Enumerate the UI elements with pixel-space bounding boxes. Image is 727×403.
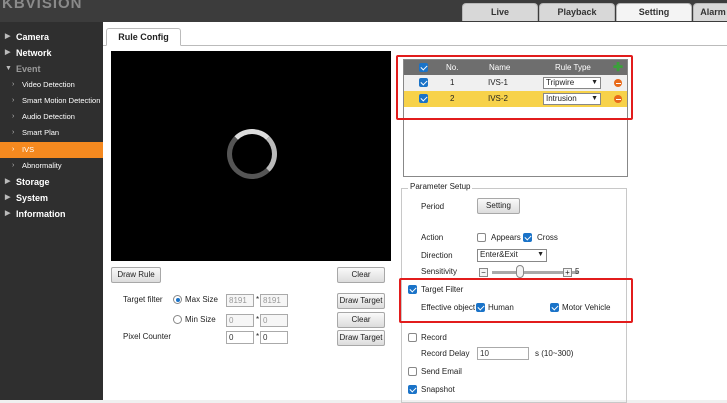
direction-select[interactable]: Enter&Exit ▼ — [477, 249, 547, 262]
main-content: Rule Config Draw Rule Clear Target filte… — [103, 22, 727, 403]
appears-label: Appears — [491, 233, 521, 242]
tab-playback[interactable]: Playback — [539, 3, 615, 21]
sensitivity-increase-button[interactable]: + — [563, 268, 572, 277]
times-sign: * — [256, 295, 260, 304]
chevron-right-icon: › — [12, 81, 15, 88]
times-sign: * — [256, 332, 260, 341]
min-size-label: Min Size — [185, 315, 216, 324]
direction-label: Direction — [421, 251, 453, 260]
tab-divider — [103, 45, 727, 46]
parameter-setup-legend: Parameter Setup — [408, 182, 473, 191]
pixel-width-input[interactable] — [226, 331, 254, 344]
sensitivity-label: Sensitivity — [421, 267, 458, 276]
sensitivity-decrease-button[interactable]: − — [479, 268, 488, 277]
sensitivity-value: 5 — [575, 267, 580, 276]
sidebar-item-audio-detection[interactable]: › Audio Detection — [0, 109, 103, 125]
period-setting-button[interactable]: Setting — [477, 198, 520, 214]
record-delay-label: Record Delay — [421, 349, 470, 358]
sensitivity-slider-thumb[interactable] — [516, 265, 524, 278]
clear-rule-button[interactable]: Clear — [337, 267, 385, 283]
chevron-down-icon: ▼ — [537, 251, 544, 258]
record-checkbox[interactable] — [408, 333, 417, 342]
chevron-right-icon: › — [12, 146, 15, 153]
loading-spinner-icon — [227, 129, 277, 179]
target-filter-label: Target filter — [123, 295, 163, 304]
record-label: Record — [421, 333, 447, 342]
tab-rule-config[interactable]: Rule Config — [106, 28, 181, 46]
tab-alarm[interactable]: Alarm — [693, 3, 727, 21]
min-height-input[interactable] — [260, 314, 288, 327]
send-email-checkbox[interactable] — [408, 367, 417, 376]
chevron-right-icon: ▶ — [5, 194, 11, 201]
appears-checkbox[interactable] — [477, 233, 486, 242]
tab-live[interactable]: Live — [462, 3, 538, 21]
chevron-right-icon: ▶ — [5, 210, 11, 217]
sidebar: ▶ Camera ▶ Network ▼ Event › Video Detection… — [0, 22, 103, 400]
tab-setting[interactable]: Setting — [616, 3, 692, 21]
min-width-input[interactable] — [226, 314, 254, 327]
period-label: Period — [421, 202, 445, 211]
sidebar-item-storage[interactable]: ▶ Storage — [0, 174, 103, 190]
times-sign: * — [256, 315, 260, 324]
chevron-right-icon: › — [12, 162, 15, 169]
pixel-height-input[interactable] — [260, 331, 288, 344]
min-size-radio[interactable] — [173, 315, 182, 324]
clear-target-button[interactable]: Clear — [337, 312, 385, 328]
chevron-right-icon: › — [12, 97, 15, 104]
chevron-right-icon: ▶ — [5, 33, 11, 40]
sidebar-item-system[interactable]: ▶ System — [0, 190, 103, 206]
sidebar-item-smart-motion-detection[interactable]: › Smart Motion Detection — [0, 93, 103, 109]
pixel-counter-label: Pixel Counter — [123, 332, 172, 341]
snapshot-label: Snapshot — [421, 385, 455, 394]
snapshot-checkbox[interactable] — [408, 385, 417, 394]
chevron-right-icon: › — [12, 129, 15, 136]
sidebar-item-ivs[interactable]: › IVS — [0, 142, 103, 158]
cross-label: Cross — [537, 233, 558, 242]
chevron-right-icon: ▶ — [5, 178, 11, 185]
top-bar: KBVISION Live Playback Setting Alarm — [0, 0, 727, 22]
sidebar-item-network[interactable]: ▶ Network — [0, 45, 103, 61]
video-preview[interactable] — [111, 51, 391, 261]
sidebar-item-camera[interactable]: ▶ Camera — [0, 29, 103, 45]
cross-checkbox[interactable] — [523, 233, 532, 242]
max-width-input[interactable] — [226, 294, 254, 307]
max-size-label: Max Size — [185, 295, 218, 304]
send-email-label: Send Email — [421, 367, 462, 376]
chevron-down-icon: ▼ — [5, 65, 12, 72]
sidebar-item-abnormality[interactable]: › Abnormality — [0, 158, 103, 174]
annotation-box-target-filter — [399, 278, 633, 323]
sidebar-item-video-detection[interactable]: › Video Detection — [0, 77, 103, 93]
chevron-right-icon: ▶ — [5, 49, 11, 56]
annotation-box-rule-table — [396, 55, 633, 120]
draw-target-max-button[interactable]: Draw Target — [337, 293, 385, 309]
action-label: Action — [421, 233, 444, 242]
max-height-input[interactable] — [260, 294, 288, 307]
sidebar-item-event[interactable]: ▼ Event — [0, 61, 103, 77]
chevron-right-icon: › — [12, 113, 15, 120]
max-size-radio[interactable] — [173, 295, 182, 304]
draw-target-pixel-button[interactable]: Draw Target — [337, 330, 385, 346]
record-delay-unit: s (10~300) — [535, 349, 574, 358]
record-delay-input[interactable] — [477, 347, 529, 360]
brand-logo: KBVISION — [2, 0, 83, 12]
draw-rule-button[interactable]: Draw Rule — [111, 267, 161, 283]
sidebar-item-information[interactable]: ▶ Information — [0, 206, 103, 222]
sidebar-item-smart-plan[interactable]: › Smart Plan — [0, 125, 103, 141]
